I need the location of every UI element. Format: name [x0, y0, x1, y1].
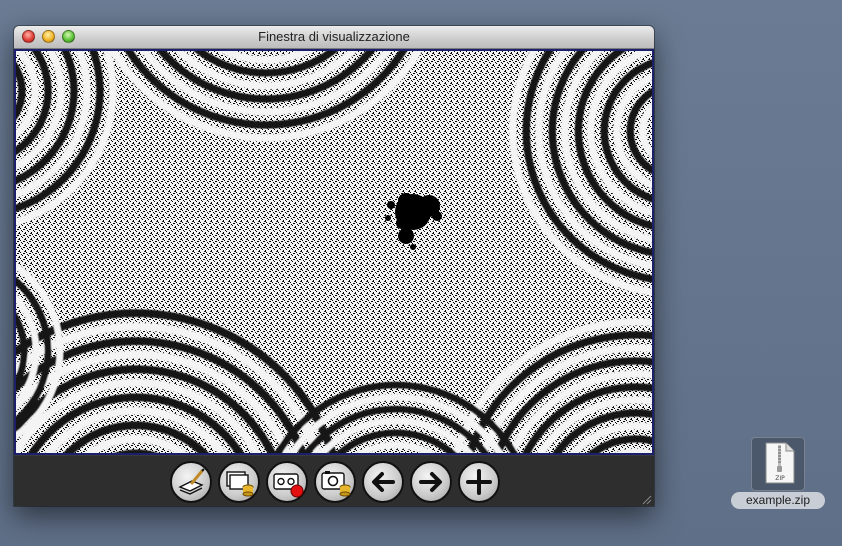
forward-button[interactable]	[410, 461, 452, 503]
brush-icon	[178, 468, 205, 495]
fractal-image	[16, 51, 652, 453]
record-video-icon	[273, 473, 304, 498]
paint-tool-button[interactable]	[170, 461, 212, 503]
desktop-file-example-zip[interactable]: ZIP example.zip	[731, 437, 825, 511]
save-snapshot-button[interactable]	[314, 461, 356, 503]
file-name-label: example.zip	[731, 492, 825, 509]
save-layers-button[interactable]	[218, 461, 260, 503]
back-button[interactable]	[362, 461, 404, 503]
toolbar	[14, 455, 654, 506]
zoom-in-button[interactable]	[458, 461, 500, 503]
zip-badge: ZIP	[775, 475, 785, 482]
zoom-window-button[interactable]	[62, 30, 75, 43]
fractal-canvas[interactable]	[14, 49, 654, 455]
zip-archive-icon: ZIP	[765, 442, 795, 484]
arrow-left-icon	[372, 472, 395, 492]
window-title: Finestra di visualizzazione	[258, 29, 410, 44]
plus-icon	[466, 469, 492, 495]
record-video-button[interactable]	[266, 461, 308, 503]
arrow-right-icon	[419, 472, 442, 492]
minimize-window-button[interactable]	[42, 30, 55, 43]
save-snapshot-icon	[321, 471, 351, 497]
viewer-window: Finestra di visualizzazione	[14, 26, 654, 506]
save-layers-icon	[226, 471, 254, 497]
title-bar[interactable]: Finestra di visualizzazione	[14, 26, 654, 49]
resize-grip-icon[interactable]	[640, 493, 652, 505]
close-window-button[interactable]	[22, 30, 35, 43]
